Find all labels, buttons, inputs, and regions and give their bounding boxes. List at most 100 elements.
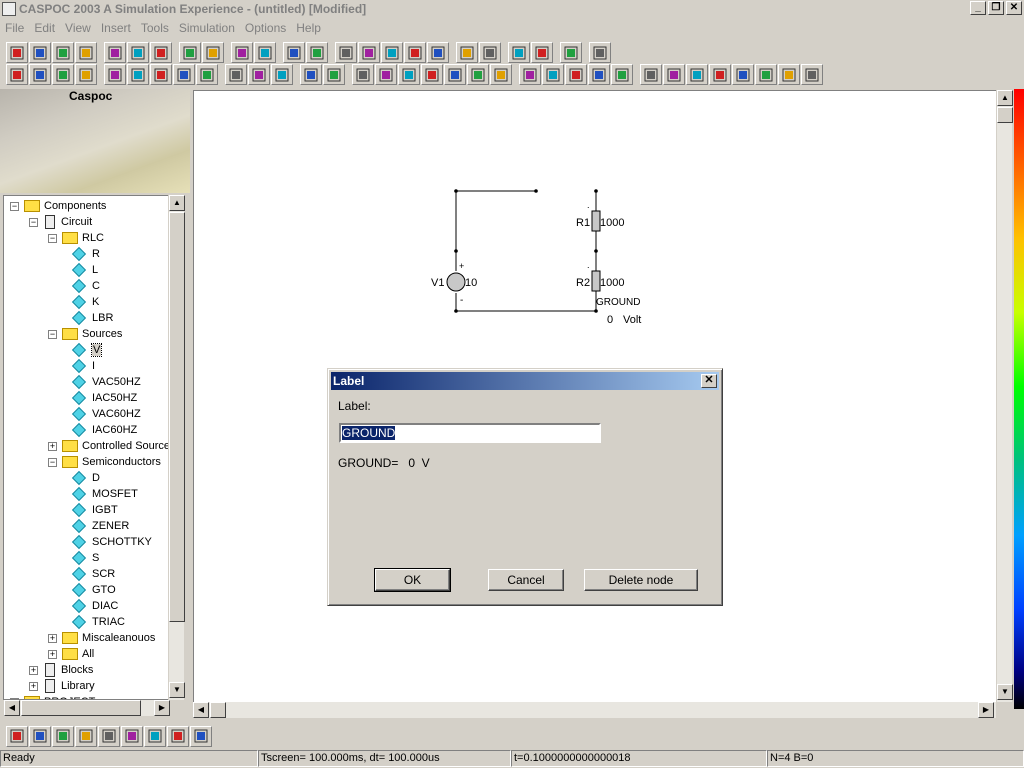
tb1-copy-button[interactable] [127, 42, 149, 63]
bottom-folder-button[interactable] [167, 725, 189, 747]
tb1-help-button[interactable] [589, 42, 611, 63]
canvas-vscroll-thumb[interactable] [997, 107, 1013, 123]
tb1-text-button[interactable] [283, 42, 305, 63]
tree-item-l[interactable]: L [67, 262, 98, 278]
tb1-open-button[interactable] [29, 42, 51, 63]
expand-icon[interactable]: + [29, 665, 38, 675]
tb2-chip2-button[interactable] [755, 64, 777, 85]
canvas-scroll-down-button[interactable]: ▼ [997, 684, 1013, 700]
tree-item-igbt[interactable]: IGBT [67, 502, 118, 518]
collapse-icon[interactable]: − [48, 457, 57, 467]
tb2-arrow-r2-button[interactable] [421, 64, 443, 85]
tb1-export-button[interactable] [508, 42, 530, 63]
tb2-arrow-r1-button[interactable] [398, 64, 420, 85]
r1-resistor-symbol[interactable] [591, 210, 601, 232]
tree-vertical-scrollbar[interactable]: ▲ ▼ [168, 195, 185, 700]
node-dot[interactable] [454, 309, 458, 313]
tb1-connect-button[interactable] [560, 42, 582, 63]
tree-item-k[interactable]: K [67, 294, 99, 310]
tb1-list-button[interactable] [381, 42, 403, 63]
expand-icon[interactable]: + [48, 633, 57, 643]
expand-icon[interactable]: + [48, 441, 57, 451]
bottom-window2-button[interactable] [121, 725, 143, 747]
tb1-line-button[interactable] [306, 42, 328, 63]
menu-edit[interactable]: Edit [29, 21, 60, 35]
tb2-globe1-button[interactable] [225, 64, 247, 85]
tb2-scope-button[interactable] [352, 64, 374, 85]
tb1-import-button[interactable] [531, 42, 553, 63]
dialog-close-button[interactable]: ✕ [701, 374, 717, 388]
tb2-text-abc-button[interactable] [323, 64, 345, 85]
canvas-vertical-scrollbar[interactable]: ▲ ▼ [996, 90, 1013, 702]
tree-scroll-thumb[interactable] [169, 212, 185, 622]
close-window-button[interactable]: ✕ [1006, 1, 1022, 15]
tb1-cut-button[interactable] [104, 42, 126, 63]
tb1-measure-button[interactable] [358, 42, 380, 63]
ground-node-label[interactable]: GROUND [596, 297, 640, 308]
tree-item-d[interactable]: D [67, 470, 100, 486]
tb2-zoom-height-button[interactable] [75, 64, 97, 85]
tree-hscroll-thumb[interactable] [21, 700, 141, 716]
node-dot[interactable] [594, 249, 598, 253]
tree-item-mosfet[interactable]: MOSFET [67, 486, 138, 502]
node-dot[interactable] [534, 189, 538, 193]
tree-item-triac[interactable]: TRIAC [67, 614, 125, 630]
tree-item-vac60hz[interactable]: VAC60HZ [67, 406, 141, 422]
tb2-sort-button[interactable] [709, 64, 731, 85]
menu-view[interactable]: View [60, 21, 96, 35]
tree-item-scr[interactable]: SCR [67, 566, 115, 582]
tb2-move-button[interactable] [640, 64, 662, 85]
canvas-horizontal-scrollbar[interactable]: ◀ ▶ [193, 702, 996, 718]
tb2-chip3-button[interactable] [778, 64, 800, 85]
tb2-globe2-button[interactable] [248, 64, 270, 85]
tree-scroll-right-button[interactable]: ▶ [154, 700, 170, 716]
menu-tools[interactable]: Tools [136, 21, 174, 35]
ok-button[interactable]: OK [374, 568, 451, 592]
tree-item-blocks[interactable]: + Blocks [29, 662, 93, 678]
canvas-scroll-right-button[interactable]: ▶ [978, 702, 994, 718]
tb2-zoom-width-button[interactable] [52, 64, 74, 85]
node-dot[interactable] [454, 189, 458, 193]
expand-icon[interactable]: + [29, 681, 38, 691]
minimize-button[interactable]: _ [970, 1, 986, 15]
tree-item-semiconductors[interactable]: − Semiconductors [48, 454, 161, 470]
collapse-icon[interactable]: − [48, 233, 57, 243]
tree-item-sources[interactable]: − Sources [48, 326, 122, 342]
menu-file[interactable]: File [0, 21, 29, 35]
tree-horizontal-scrollbar[interactable]: ◀ ▶ [3, 700, 170, 716]
delete-node-button[interactable]: Delete node [584, 569, 698, 591]
canvas-scroll-up-button[interactable]: ▲ [997, 90, 1013, 106]
tb2-switch-button[interactable] [150, 64, 172, 85]
tb2-wand-button[interactable] [490, 64, 512, 85]
tree-item-miscaleanouos[interactable]: + Miscaleanouos [48, 630, 155, 646]
tb2-pen-button[interactable] [300, 64, 322, 85]
bottom-tree-button[interactable] [29, 725, 51, 747]
tree-item-lbr[interactable]: LBR [67, 310, 113, 326]
tree-item-c[interactable]: C [67, 278, 100, 294]
tree-item-library[interactable]: + Library [29, 678, 95, 694]
tb2-block-button[interactable] [173, 64, 195, 85]
tree-scroll-up-button[interactable]: ▲ [169, 195, 185, 211]
tree-item-rlc[interactable]: − RLC [48, 230, 104, 246]
tree-item-i[interactable]: I [67, 358, 95, 374]
tb2-cross-button[interactable] [375, 64, 397, 85]
r2-resistor-symbol[interactable] [591, 270, 601, 292]
tree-scroll-left-button[interactable]: ◀ [4, 700, 20, 716]
bottom-image-button[interactable] [144, 725, 166, 747]
tb1-arrow-c-button[interactable] [479, 42, 501, 63]
tb1-print-button[interactable] [75, 42, 97, 63]
bottom-draw-button[interactable] [190, 725, 212, 747]
bottom-chip-button[interactable] [52, 725, 74, 747]
tb2-resistor-button[interactable] [104, 64, 126, 85]
tree-item-s[interactable]: S [67, 550, 99, 566]
tree-scroll-down-button[interactable]: ▼ [169, 682, 185, 698]
menu-insert[interactable]: Insert [96, 21, 136, 35]
tb2-grid-button[interactable] [542, 64, 564, 85]
tree-item-circuit[interactable]: − Circuit [29, 214, 92, 230]
tb1-undo-button[interactable] [179, 42, 201, 63]
tb1-pause-button[interactable] [254, 42, 276, 63]
menu-help[interactable]: Help [291, 21, 326, 35]
tb1-list3-button[interactable] [427, 42, 449, 63]
tb2-node-button[interactable] [444, 64, 466, 85]
collapse-icon[interactable]: − [29, 217, 38, 227]
